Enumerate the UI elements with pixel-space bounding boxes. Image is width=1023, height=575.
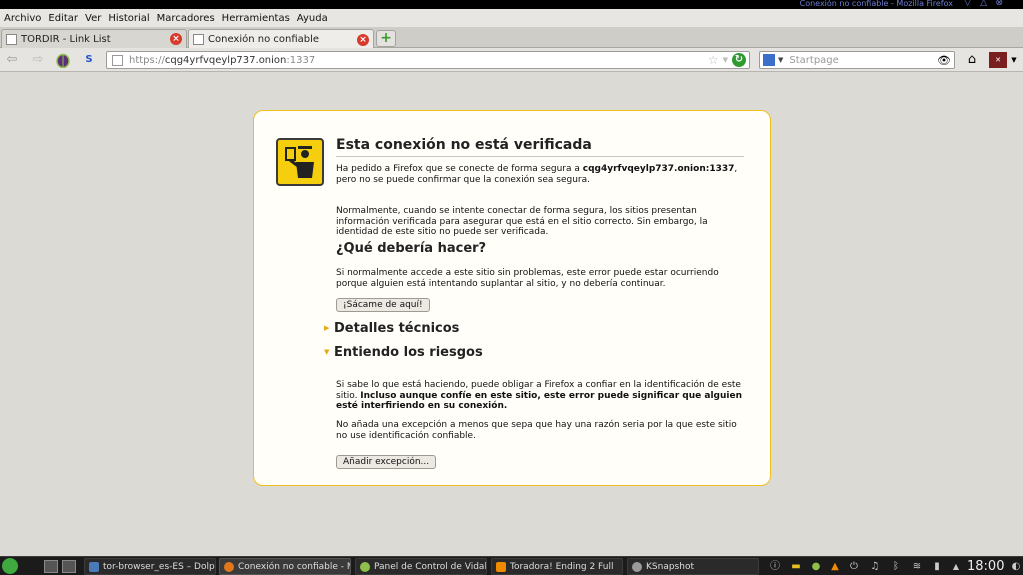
onion-host: cqg4yrfvqeylp737.onion:1337 bbox=[582, 164, 735, 174]
battery-icon[interactable]: ▮ bbox=[930, 559, 944, 574]
https-everywhere-icon[interactable]: ✕ bbox=[989, 52, 1007, 68]
kde-menu-icon[interactable] bbox=[2, 558, 18, 574]
desktop-cashew-icon[interactable]: ◐ bbox=[1010, 559, 1022, 574]
menu-historial[interactable]: Historial bbox=[108, 13, 149, 24]
search-engine-icon[interactable] bbox=[763, 54, 775, 66]
exception-warning-text: No añada una excepción a menos que sepa … bbox=[336, 420, 737, 441]
taskbar: tor-browser_es-ES – Dolp Conexión no con… bbox=[0, 556, 1023, 575]
add-exception-button[interactable]: Añadir excepción... bbox=[336, 455, 437, 469]
tab-conexion-no-confiable[interactable]: Conexión no confiable × bbox=[188, 29, 374, 49]
reload-icon[interactable]: ↻ bbox=[732, 53, 746, 67]
folder-icon bbox=[89, 561, 99, 572]
site-identity-icon[interactable] bbox=[112, 54, 123, 66]
onion-icon bbox=[360, 561, 370, 572]
task-vlc[interactable]: Toradora! Ending 2 Full bbox=[491, 558, 623, 575]
get-me-out-button[interactable]: ¡Sácame de aquí! bbox=[336, 298, 430, 312]
tab-label: TORDIR - Link List bbox=[21, 33, 111, 45]
folder-icon[interactable]: ▬ bbox=[787, 559, 805, 574]
bluetooth-icon[interactable]: ᛒ bbox=[889, 559, 903, 574]
desktop-pager-2[interactable] bbox=[62, 560, 76, 573]
nav-toolbar: ⇦ ⇨ S https://cqg4yrfvqeylp737.onion:133… bbox=[0, 48, 1023, 72]
tab-bar: TORDIR - Link List × Conexión no confiab… bbox=[0, 27, 1023, 49]
url-bar[interactable]: https://cqg4yrfvqeylp737.onion:1337 ☆ ▼ … bbox=[106, 51, 750, 69]
onion-icon[interactable]: ● bbox=[809, 559, 823, 574]
page-content: Esta conexión no está verificada Ha pedi… bbox=[0, 73, 1023, 553]
new-tab-button[interactable]: + bbox=[376, 30, 396, 47]
task-vidalia[interactable]: Panel de Control de Vidali bbox=[355, 558, 487, 575]
menu-bar: Archivo Editar Ver Historial Marcadores … bbox=[0, 9, 1023, 27]
info-icon[interactable]: ⓘ bbox=[768, 559, 782, 574]
search-input[interactable]: Startpage bbox=[789, 55, 937, 66]
error-explanation: Normalmente, cuando se intente conectar … bbox=[336, 206, 708, 237]
close-icon[interactable]: ⊗ bbox=[995, 0, 1003, 8]
chevron-down-icon[interactable]: ▼ bbox=[1009, 52, 1019, 68]
tor-onion-icon[interactable] bbox=[55, 52, 71, 69]
bookmark-star-icon[interactable]: ☆ bbox=[708, 53, 719, 67]
risks-text: Si sabe lo que está haciendo, puede obli… bbox=[336, 380, 742, 411]
clock[interactable]: 18:00 bbox=[967, 558, 1004, 575]
url-text[interactable]: https://cqg4yrfvqeylp737.onion:1337 bbox=[129, 55, 708, 66]
tab-tordir[interactable]: TORDIR - Link List × bbox=[1, 29, 187, 48]
menu-marcadores[interactable]: Marcadores bbox=[157, 13, 215, 24]
back-icon[interactable]: ⇦ bbox=[4, 52, 20, 68]
minimize-icon[interactable]: ▽ bbox=[964, 0, 971, 8]
search-bar[interactable]: ▼ Startpage 👁 bbox=[759, 51, 955, 69]
power-icon[interactable]: ⏻ bbox=[847, 559, 861, 574]
error-intro: Ha pedido a Firefox que se conecte de fo… bbox=[336, 164, 738, 185]
menu-ayuda[interactable]: Ayuda bbox=[297, 13, 328, 24]
tab-label: Conexión no confiable bbox=[208, 34, 320, 45]
collapse-triangle-icon: ▼ bbox=[324, 348, 330, 356]
what-should-i-do-text: Si normalmente accede a este sitio sin p… bbox=[336, 268, 719, 289]
vlc-icon bbox=[496, 561, 506, 572]
error-title: Esta conexión no está verificada bbox=[336, 137, 744, 157]
binoculars-icon[interactable]: 👁 bbox=[937, 54, 951, 67]
desktop-pager-1[interactable] bbox=[44, 560, 58, 573]
page-icon bbox=[193, 34, 204, 45]
menu-herramientas[interactable]: Herramientas bbox=[222, 13, 290, 24]
cert-error-box: Esta conexión no está verificada Ha pedi… bbox=[253, 110, 771, 486]
what-should-i-do-heading: ¿Qué debería hacer? bbox=[336, 241, 487, 256]
wifi-icon[interactable]: ≋ bbox=[909, 559, 925, 574]
menu-ver[interactable]: Ver bbox=[85, 13, 101, 24]
police-officer-icon bbox=[276, 138, 324, 186]
chevron-up-icon[interactable]: ▲ bbox=[950, 559, 962, 574]
url-dropdown-icon[interactable]: ▼ bbox=[723, 56, 728, 64]
task-firefox[interactable]: Conexión no confiable - M bbox=[219, 558, 351, 575]
menu-archivo[interactable]: Archivo bbox=[4, 13, 41, 24]
firefox-icon bbox=[224, 561, 234, 572]
window-title: Conexión no confiable - Mozilla Firefox bbox=[799, 0, 953, 8]
tab-close-icon[interactable]: × bbox=[170, 33, 182, 45]
understand-risks-expander[interactable]: ▼ Entiendo los riesgos bbox=[324, 346, 754, 359]
forward-icon[interactable]: ⇨ bbox=[30, 52, 46, 68]
window-titlebar: Conexión no confiable - Mozilla Firefox … bbox=[0, 0, 1023, 9]
volume-icon[interactable]: ♫ bbox=[867, 559, 883, 574]
tab-close-icon[interactable]: × bbox=[357, 33, 369, 46]
page-icon bbox=[6, 33, 17, 45]
menu-editar[interactable]: Editar bbox=[48, 13, 78, 24]
task-dolphin[interactable]: tor-browser_es-ES – Dolp bbox=[84, 558, 216, 575]
task-ksnapshot[interactable]: KSnapshot bbox=[627, 558, 759, 575]
camera-icon bbox=[632, 561, 642, 572]
vlc-icon[interactable]: ▲ bbox=[827, 559, 843, 574]
expand-triangle-icon: ▶ bbox=[324, 324, 330, 332]
technical-details-expander[interactable]: ▶ Detalles técnicos bbox=[324, 322, 754, 335]
home-icon[interactable]: ⌂ bbox=[963, 52, 981, 68]
maximize-icon[interactable]: △ bbox=[980, 0, 987, 8]
chevron-down-icon[interactable]: ▼ bbox=[778, 56, 783, 64]
noscript-icon[interactable]: S bbox=[81, 52, 97, 68]
